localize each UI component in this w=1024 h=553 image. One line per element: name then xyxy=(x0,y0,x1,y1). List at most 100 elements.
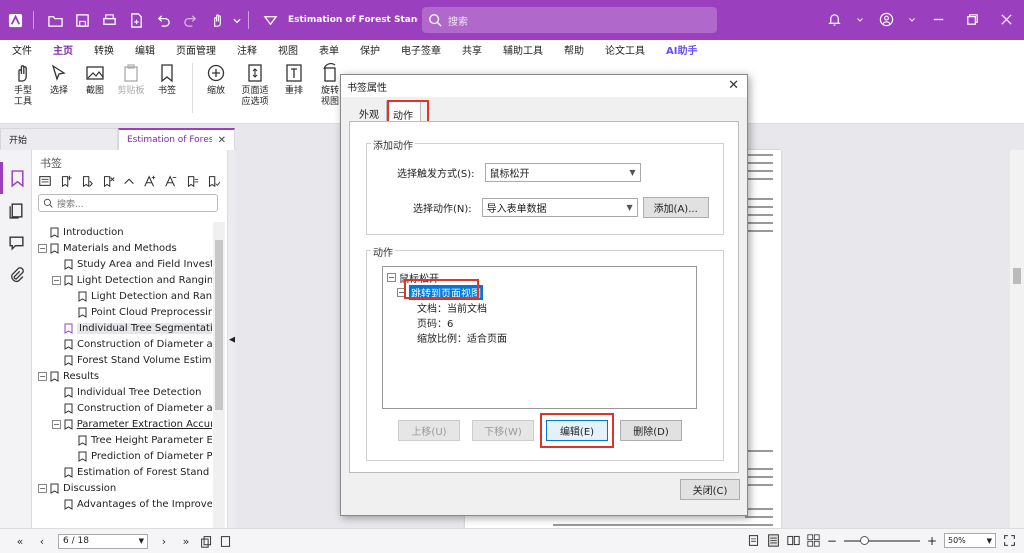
bookmark-search-input[interactable]: 搜索... xyxy=(38,194,218,212)
bookmark-item[interactable]: − Results xyxy=(32,368,212,384)
collapse-toggle[interactable]: − xyxy=(38,243,47,253)
notification-bell-icon[interactable] xyxy=(822,7,846,31)
bookmark-item[interactable]: −Parameter Extraction Accuracy xyxy=(32,416,212,432)
bookmark-properties-icon[interactable] xyxy=(185,174,199,188)
document-scrollbar[interactable] xyxy=(1010,150,1024,528)
account-icon[interactable] xyxy=(874,7,898,31)
bookmark-options-icon[interactable] xyxy=(206,174,220,188)
text-increase-icon[interactable] xyxy=(143,174,157,188)
expand-all-icon[interactable] xyxy=(122,174,136,188)
menu-e-signature[interactable]: 电子签章 xyxy=(401,42,441,57)
bookmark-item[interactable]: Construction of Diameter at Brea xyxy=(32,400,212,416)
menu-edit[interactable]: 编辑 xyxy=(135,42,155,57)
zoom-slider[interactable] xyxy=(843,535,920,545)
save-icon[interactable] xyxy=(70,8,94,32)
continuous-view-icon[interactable] xyxy=(767,534,780,547)
menu-paper-tools[interactable]: 论文工具 xyxy=(605,42,645,57)
scrollbar-thumb[interactable] xyxy=(1013,268,1021,284)
bookmark-item[interactable]: Introduction xyxy=(32,224,212,240)
page-copy-icon[interactable] xyxy=(200,535,213,548)
menu-file[interactable]: 文件 xyxy=(12,42,32,57)
menu-share[interactable]: 共享 xyxy=(462,42,482,57)
two-page-view-icon[interactable] xyxy=(787,534,800,547)
menu-accessibility[interactable]: 辅助工具 xyxy=(503,42,543,57)
text-decrease-icon[interactable] xyxy=(164,174,178,188)
clipboard-button[interactable]: 剪贴板 xyxy=(114,63,148,97)
collapse-toggle[interactable]: − xyxy=(387,273,396,282)
open-folder-icon[interactable] xyxy=(43,8,67,32)
bookmark-item[interactable]: Forest Stand Volume Estimation xyxy=(32,352,212,368)
chevron-down-icon[interactable] xyxy=(856,7,864,31)
two-page-continuous-icon[interactable] xyxy=(807,534,820,547)
new-file-icon[interactable] xyxy=(124,8,148,32)
bookmark-scrollbar[interactable] xyxy=(213,222,225,528)
zoom-out-button[interactable]: − xyxy=(827,534,837,548)
dialog-close-icon[interactable]: ✕ xyxy=(728,78,739,93)
collapse-toggle[interactable]: − xyxy=(52,275,61,285)
zoom-slider-knob[interactable] xyxy=(859,535,869,545)
prev-page-button[interactable]: ‹ xyxy=(34,535,50,548)
menu-protect[interactable]: 保护 xyxy=(360,42,380,57)
attachments-panel-button[interactable] xyxy=(0,258,32,290)
trigger-select[interactable]: 鼠标松开 ▼ xyxy=(484,163,641,182)
hand-tool-icon[interactable] xyxy=(205,8,229,32)
bookmarks-panel-button[interactable] xyxy=(0,162,32,194)
menu-help[interactable]: 帮助 xyxy=(564,42,584,57)
close-dialog-button[interactable]: 关闭(C) xyxy=(680,479,740,500)
dropdown-arrow-icon[interactable] xyxy=(258,8,282,32)
bookmark-tool-button[interactable]: 书签 xyxy=(150,63,184,97)
bookmark-menu-icon[interactable] xyxy=(38,174,52,188)
fit-page-options-button[interactable]: 页面适 应选项 xyxy=(235,63,275,108)
menu-convert[interactable]: 转换 xyxy=(94,42,114,57)
menu-ai-assistant[interactable]: AI助手 xyxy=(666,42,697,57)
close-tab-icon[interactable]: ✕ xyxy=(218,135,226,146)
bookmark-item[interactable]: Estimation of Forest Stand Volur xyxy=(32,464,212,480)
bookmark-item[interactable]: − Discussion xyxy=(32,480,212,496)
menu-page-management[interactable]: 页面管理 xyxy=(176,42,216,57)
menu-form[interactable]: 表单 xyxy=(319,42,339,57)
restore-icon[interactable] xyxy=(960,7,984,31)
move-up-button[interactable]: 上移(U) xyxy=(398,420,460,441)
bookmark-item[interactable]: Prediction of Diameter Param xyxy=(32,448,212,464)
print-icon[interactable] xyxy=(97,8,121,32)
move-down-button[interactable]: 下移(W) xyxy=(472,420,534,441)
reflow-button[interactable]: 重排 xyxy=(277,63,311,97)
last-page-button[interactable]: » xyxy=(178,535,194,548)
add-action-button[interactable]: 添加(A)... xyxy=(642,197,709,218)
single-page-view-icon[interactable] xyxy=(747,534,760,547)
close-icon[interactable] xyxy=(994,7,1018,31)
delete-bookmark-icon[interactable] xyxy=(101,174,115,188)
zoom-in-button[interactable]: + xyxy=(927,534,937,548)
bookmark-item-selected[interactable]: Individual Tree Segmentation xyxy=(32,320,212,336)
bookmark-item[interactable]: Point Cloud Preprocessing xyxy=(32,304,212,320)
redo-icon[interactable] xyxy=(178,8,202,32)
add-child-bookmark-icon[interactable] xyxy=(80,174,94,188)
screenshot-button[interactable]: 截图 xyxy=(78,63,112,97)
bookmark-item[interactable]: Individual Tree Detection xyxy=(32,384,212,400)
bookmark-item[interactable]: Advantages of the Improved Ind xyxy=(32,496,212,512)
page-number-input[interactable]: 6 / 18 ▼ xyxy=(58,533,148,549)
delete-button[interactable]: 删除(D) xyxy=(620,420,682,441)
hand-tool-button[interactable]: 手型 工具 xyxy=(6,63,40,108)
bookmark-item[interactable]: Study Area and Field Investigatio xyxy=(32,256,212,272)
zoom-button[interactable]: 缩放 xyxy=(199,63,233,97)
pages-panel-button[interactable] xyxy=(0,194,32,226)
menu-view[interactable]: 视图 xyxy=(278,42,298,57)
action-select[interactable]: 导入表单数据 ▼ xyxy=(481,198,638,217)
add-bookmark-icon[interactable] xyxy=(59,174,73,188)
search-box[interactable]: 搜索 xyxy=(422,7,717,33)
chevron-down-icon[interactable] xyxy=(232,8,242,32)
minimize-icon[interactable] xyxy=(926,7,950,31)
bookmark-item[interactable]: Light Detection and Ranging xyxy=(32,288,212,304)
tab-start[interactable]: 开始 xyxy=(0,128,118,150)
first-page-button[interactable]: « xyxy=(12,535,28,548)
bookmark-item[interactable]: − Materials and Methods xyxy=(32,240,212,256)
select-tool-button[interactable]: 选择 xyxy=(42,63,76,97)
panel-collapse-handle[interactable]: ◀ xyxy=(227,150,236,528)
fit-window-icon[interactable] xyxy=(219,535,232,548)
next-page-button[interactable]: › xyxy=(156,535,172,548)
collapse-toggle[interactable]: − xyxy=(38,483,47,493)
fullscreen-icon[interactable] xyxy=(1003,534,1016,547)
menu-home[interactable]: 主页 xyxy=(51,42,75,61)
tab-appearance[interactable]: 外观 xyxy=(353,101,386,123)
